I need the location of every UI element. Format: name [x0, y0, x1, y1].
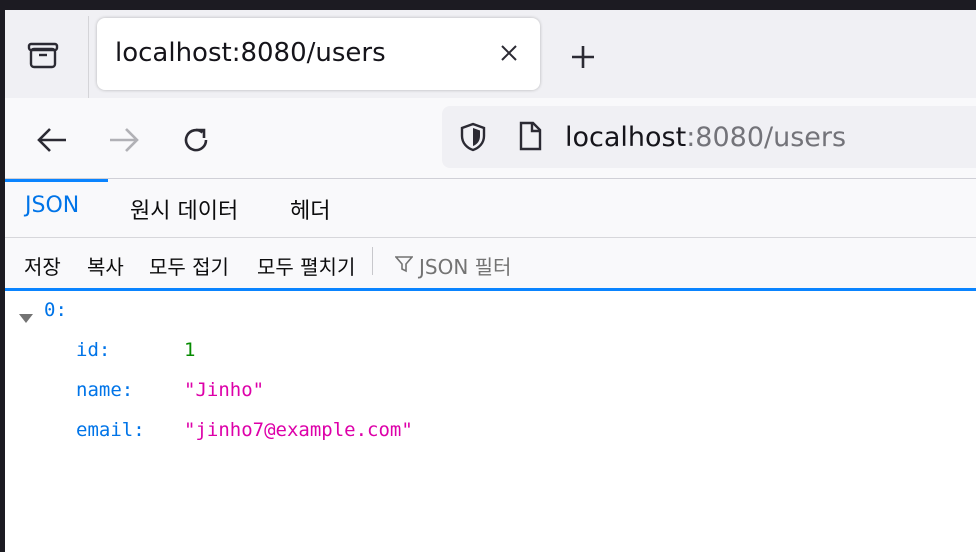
copy-button[interactable]: 복사	[87, 251, 124, 280]
url-path: :8080/users	[686, 122, 847, 153]
collapse-all-button[interactable]: 모두 접기	[149, 251, 229, 280]
browser-tab[interactable]: localhost:8080/users	[97, 18, 540, 90]
expand-all-button[interactable]: 모두 펼치기	[257, 251, 355, 280]
tree-value-name: "Jinho"	[184, 379, 265, 401]
json-toolbar: 저장 복사 모두 접기 모두 펼치기 JSON 필터	[5, 238, 976, 288]
forward-arrow-icon[interactable]	[104, 120, 144, 160]
tab-json[interactable]: JSON	[25, 193, 79, 218]
json-tree: 0: id: 1 name: "Jinho" email: "jinho7@ex…	[5, 288, 976, 555]
url-host: localhost	[565, 122, 687, 153]
tree-key-name: name:	[76, 379, 134, 401]
filter-placeholder: JSON 필터	[419, 255, 512, 279]
shield-icon[interactable]	[458, 121, 488, 157]
page-icon[interactable]	[516, 120, 544, 156]
tree-value-id: 1	[184, 339, 196, 361]
tree-root-key[interactable]: 0:	[44, 299, 67, 321]
back-arrow-icon[interactable]	[32, 120, 72, 160]
tab-overview-icon[interactable]	[22, 34, 64, 76]
tree-value-email: "jinho7@example.com"	[184, 419, 413, 441]
save-button[interactable]: 저장	[24, 251, 61, 280]
json-filter-input[interactable]: JSON 필터	[394, 251, 512, 280]
filter-icon	[394, 254, 414, 278]
active-tab-indicator	[5, 179, 108, 182]
url-text: localhost:8080/users	[565, 122, 846, 153]
reload-icon[interactable]	[176, 120, 216, 160]
tab-bar-separator	[88, 16, 89, 98]
tab-raw-data[interactable]: 원시 데이터	[130, 193, 238, 225]
json-viewer-tabs: JSON 원시 데이터 헤더	[5, 179, 976, 238]
toolbar-separator	[372, 247, 373, 275]
close-icon[interactable]	[496, 40, 522, 66]
url-bar[interactable]: localhost:8080/users	[442, 106, 976, 168]
tab-bar: localhost:8080/users	[0, 10, 976, 98]
navigation-bar: localhost:8080/users	[5, 98, 976, 179]
tree-key-id: id:	[76, 339, 111, 361]
expand-triangle-icon[interactable]	[19, 307, 33, 329]
window-top-strip	[0, 0, 976, 10]
tree-key-email: email:	[76, 419, 145, 441]
tab-title: localhost:8080/users	[115, 38, 386, 68]
plus-icon[interactable]	[566, 40, 600, 74]
tab-headers[interactable]: 헤더	[290, 193, 330, 225]
